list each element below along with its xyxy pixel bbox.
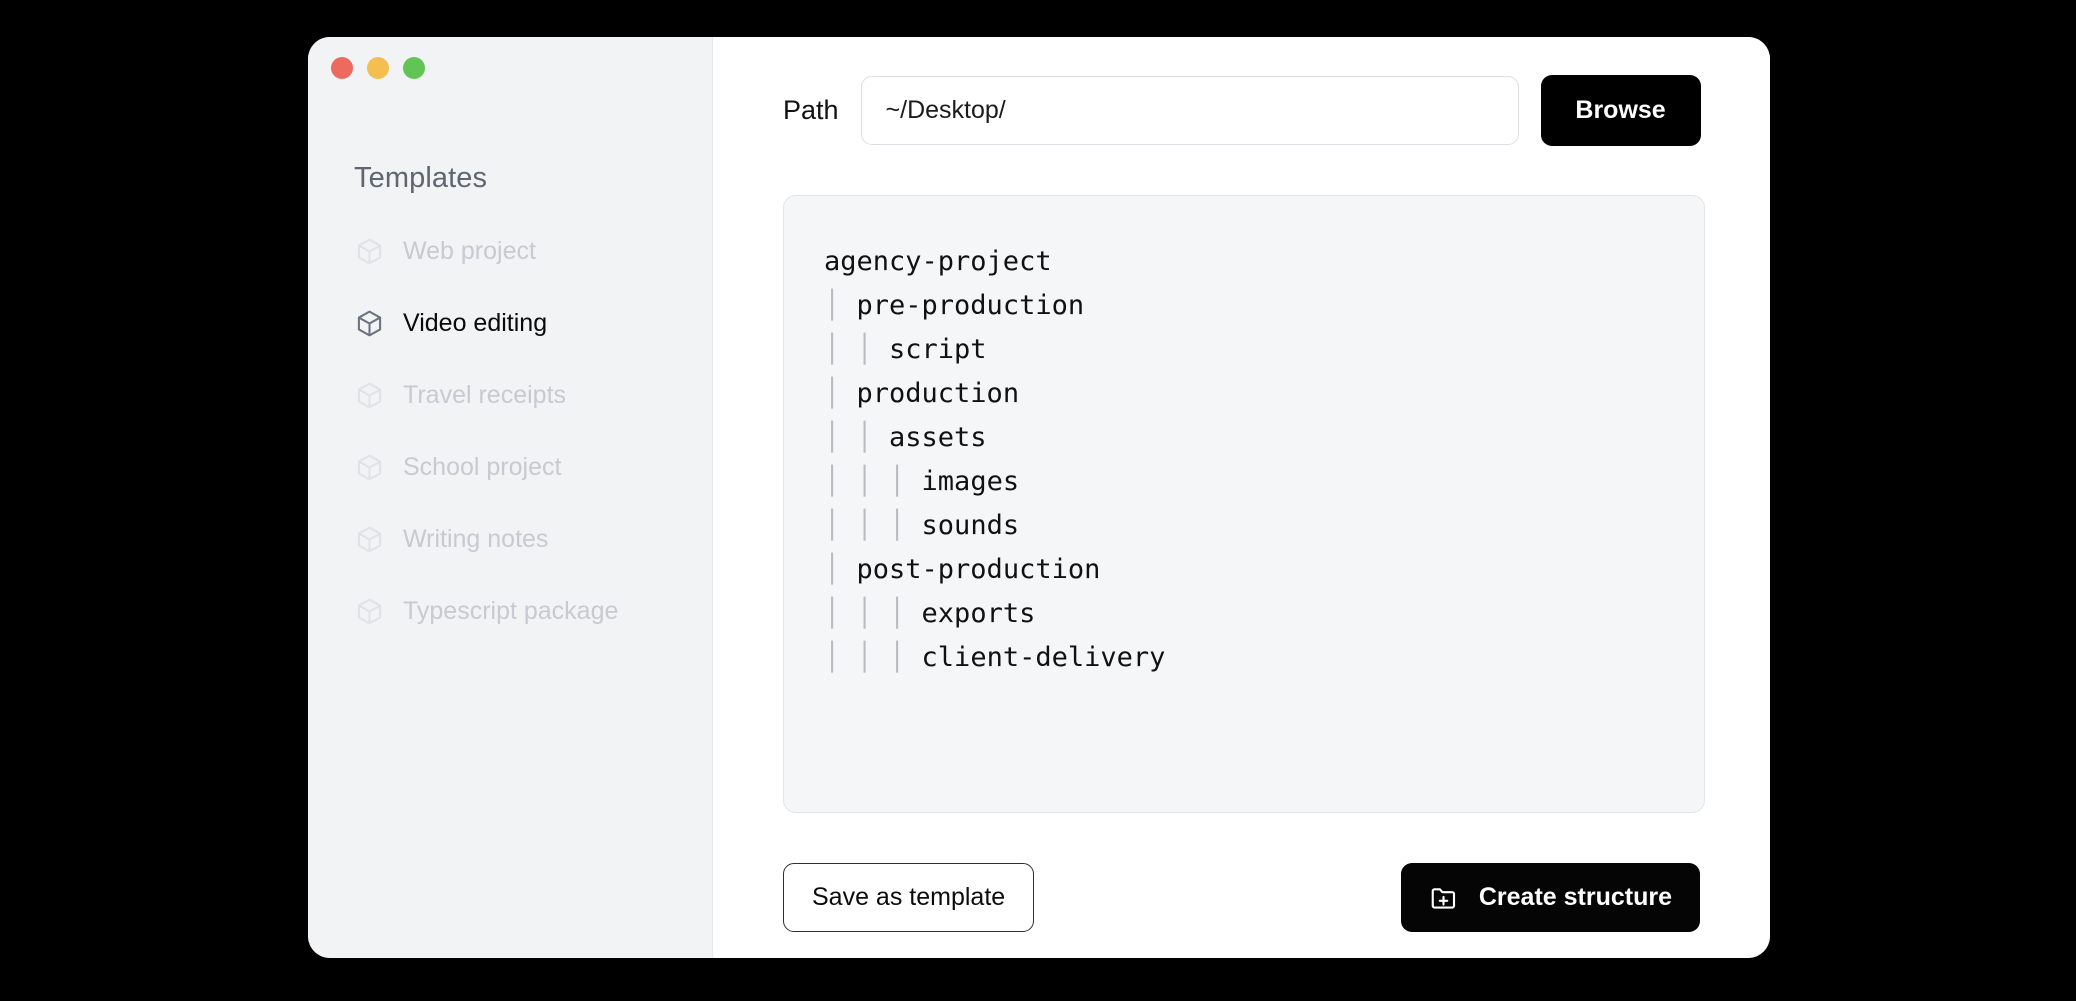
tree-node-name: images (921, 466, 1020, 497)
cube-icon (357, 598, 382, 624)
template-list: Web project Video editing Travel receipt… (308, 229, 712, 661)
sidebar-title: Templates (354, 162, 488, 194)
tree-indent-guide: │ │ │ (824, 642, 922, 673)
create-structure-button[interactable]: Create structure (1400, 863, 1700, 932)
sidebar-item-school-project[interactable]: School project (308, 445, 712, 489)
sidebar-item-label: Web project (403, 236, 536, 265)
sidebar-item-writing-notes[interactable]: Writing notes (308, 517, 712, 561)
close-window-button[interactable] (331, 57, 353, 79)
tree-node-name: exports (921, 598, 1036, 629)
tree-line: │ │ │ sounds (824, 504, 1664, 548)
tree-line: │ │ │ client-delivery (824, 636, 1664, 680)
minimize-window-button[interactable] (367, 57, 389, 79)
cube-icon (357, 382, 382, 408)
tree-node-name: production (856, 378, 1020, 409)
tree-node-name: sounds (921, 510, 1020, 541)
path-label: Path (783, 95, 839, 125)
sidebar: Templates Web project Video editing Trav… (308, 37, 713, 958)
tree-indent-guide: │ │ │ (824, 510, 922, 541)
tree-indent-guide: │ │ │ (824, 598, 922, 629)
sidebar-item-travel-receipts[interactable]: Travel receipts (308, 373, 712, 417)
window-traffic-lights (331, 57, 425, 79)
tree-line: │ production (824, 372, 1664, 416)
sidebar-item-web-project[interactable]: Web project (308, 229, 712, 273)
tree-line: │ post-production (824, 548, 1664, 592)
tree-line: │ │ assets (824, 416, 1664, 460)
tree-node-name: script (889, 334, 987, 365)
main-content: Path Browse agency-project │ pre-producti… (713, 37, 1770, 958)
sidebar-item-label: Typescript package (403, 596, 619, 625)
create-structure-label: Create structure (1478, 883, 1672, 911)
cube-icon (357, 238, 382, 264)
sidebar-item-typescript-package[interactable]: Typescript package (308, 589, 712, 633)
sidebar-item-label: Video editing (403, 308, 548, 337)
sidebar-item-label: School project (403, 452, 562, 481)
sidebar-item-video-editing[interactable]: Video editing (308, 301, 712, 345)
tree-node-name: assets (889, 422, 987, 453)
folder-plus-icon (1431, 887, 1455, 909)
browse-button[interactable]: Browse (1540, 75, 1701, 146)
tree-indent-guide: │ │ (824, 422, 890, 453)
tree-node-name: client-delivery (921, 642, 1166, 673)
tree-line: │ │ │ exports (824, 592, 1664, 636)
tree-indent-guide: │ │ │ (824, 466, 922, 497)
sidebar-item-label: Writing notes (403, 524, 549, 553)
maximize-window-button[interactable] (403, 57, 425, 79)
tree-line: │ │ script (824, 328, 1664, 372)
tree-node-name: pre-production (856, 290, 1085, 321)
sidebar-item-label: Travel receipts (403, 380, 567, 409)
cube-icon (357, 454, 382, 480)
app-window: Templates Web project Video editing Trav… (308, 37, 1770, 958)
tree-indent-guide: │ (824, 554, 857, 585)
screen: Templates Web project Video editing Trav… (0, 0, 2076, 1001)
save-as-template-button[interactable]: Save as template (783, 863, 1035, 932)
tree-indent-guide: │ (824, 378, 857, 409)
directory-tree: agency-project │ pre-production │ │ script… (824, 240, 1664, 680)
tree-line: │ pre-production (824, 284, 1664, 328)
path-input[interactable] (860, 76, 1519, 145)
tree-indent-guide: │ │ (824, 334, 890, 365)
structure-preview-panel[interactable]: agency-project │ pre-production │ │ script… (783, 195, 1705, 813)
path-row: Path Browse (783, 75, 1701, 146)
tree-node-name: post-production (856, 554, 1101, 585)
cube-icon (357, 526, 382, 552)
tree-node-name: agency-project (824, 246, 1052, 277)
footer-actions: Save as template Create structure (783, 863, 1700, 932)
tree-line: │ │ │ images (824, 460, 1664, 504)
cube-icon (357, 310, 382, 336)
tree-indent-guide: │ (824, 290, 857, 321)
tree-line: agency-project (824, 240, 1664, 284)
